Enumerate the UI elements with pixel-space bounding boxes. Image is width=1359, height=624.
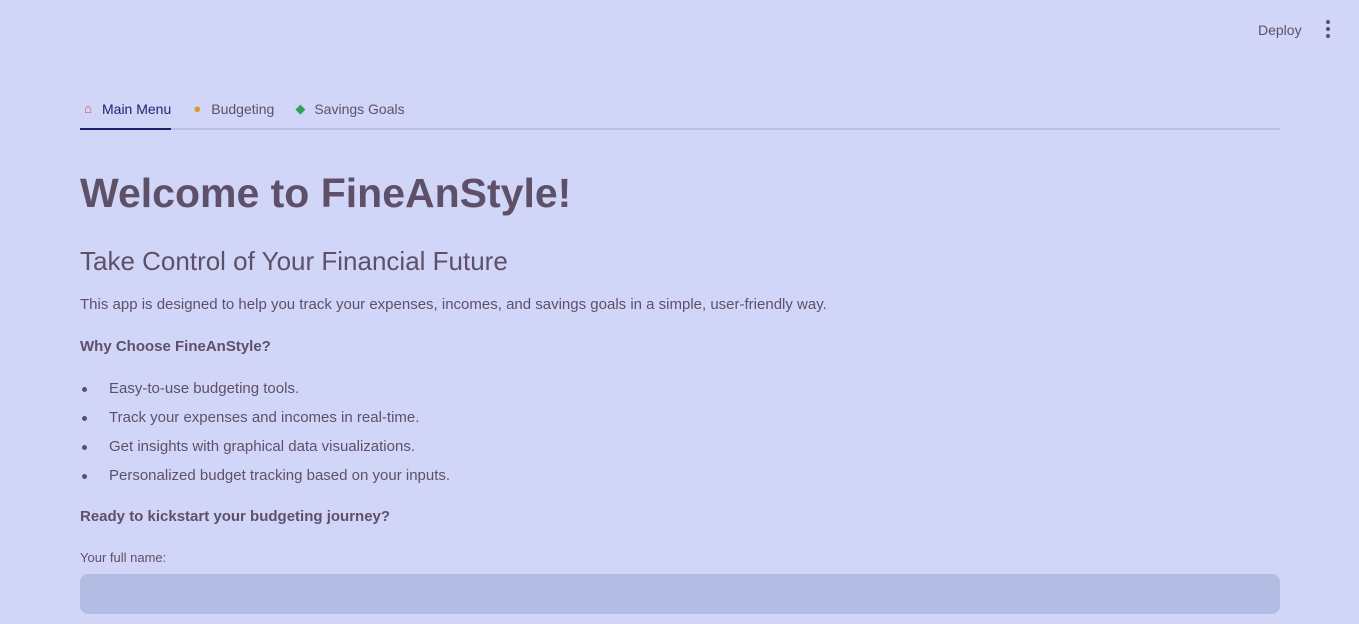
list-item: Personalized budget tracking based on yo… [80,465,450,494]
vertical-dots-icon[interactable] [1316,17,1340,41]
page-title: Welcome to FineAnStyle! [80,170,572,216]
deploy-button[interactable]: Deploy [1248,18,1312,42]
tab-label: Budgeting [211,101,275,117]
app-header: Deploy [0,0,1359,60]
menu-dot [1326,34,1330,38]
list-item: Track your expenses and incomes in real-… [80,407,450,436]
bullet-icon [82,474,87,479]
tab-savings-goals[interactable]: ◆ Savings Goals [292,96,404,128]
list-item-text: Track your expenses and incomes in real-… [109,409,420,426]
tab-label: Savings Goals [314,101,405,117]
full-name-label: Your full name: [80,550,167,565]
menu-dot [1326,20,1330,24]
list-item-text: Easy-to-use budgeting tools. [109,380,300,397]
money-with-wings-icon: ◆ [295,101,306,116]
bullet-icon [82,416,87,421]
menu-dot [1326,27,1330,31]
why-heading: Why Choose FineAnStyle? [80,338,271,355]
bullet-icon [82,387,87,392]
page-subtitle: Take Control of Your Financial Future [80,246,508,276]
house-icon: ⌂ [84,101,92,116]
list-item-text: Get insights with graphical data visuali… [109,438,415,455]
intro-text: This app is designed to help you track y… [80,296,827,313]
tab-main-menu[interactable]: ⌂ Main Menu [80,96,172,130]
tab-budgeting[interactable]: ● Budgeting [189,96,274,128]
money-bag-icon: ● [193,101,202,116]
cta-text: Ready to kickstart your budgeting journe… [80,508,391,525]
tab-label: Main Menu [102,101,172,117]
feature-list: Easy-to-use budgeting tools. Track your … [80,378,450,494]
list-item: Get insights with graphical data visuali… [80,436,450,465]
tab-bar: ⌂ Main Menu ● Budgeting ◆ Savings Goals [80,96,1280,130]
bullet-icon [82,445,87,450]
full-name-input[interactable] [80,574,1280,614]
list-item-text: Personalized budget tracking based on yo… [109,467,451,484]
list-item: Easy-to-use budgeting tools. [80,378,450,407]
